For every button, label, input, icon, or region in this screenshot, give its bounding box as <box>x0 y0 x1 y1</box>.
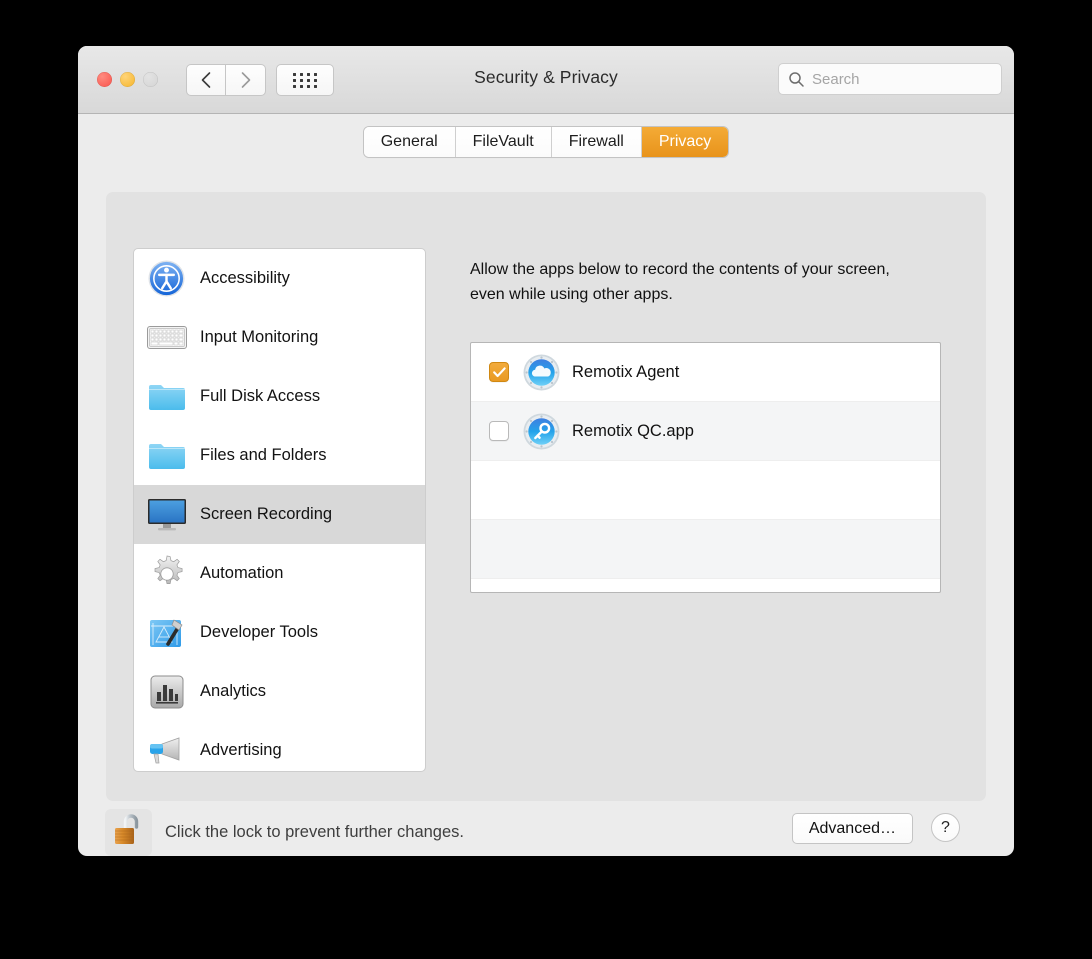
sidebar-item-automation[interactable]: Automation <box>134 544 425 603</box>
sidebar-item-full-disk-access[interactable]: Full Disk Access <box>134 367 425 426</box>
window-titlebar: Security & Privacy <box>78 46 1014 114</box>
sidebar-item-analytics[interactable]: Analytics <box>134 662 425 721</box>
privacy-category-list[interactable]: Accessibility Input Monitoring Full Disk… <box>133 248 426 772</box>
search-icon <box>789 71 804 87</box>
tab-general[interactable]: General <box>363 126 456 157</box>
sidebar-item-label: Analytics <box>200 682 267 700</box>
tab-filevault[interactable]: FileVault <box>455 126 552 157</box>
display-icon <box>146 494 187 535</box>
tab-bar: General FileVault Firewall Privacy <box>78 114 1014 169</box>
folder-icon <box>146 376 187 417</box>
megaphone-icon <box>146 730 187 771</box>
window-footer: Click the lock to prevent further change… <box>78 801 1014 856</box>
hammer-blueprint-icon <box>146 612 187 653</box>
app-row-remotix-qc[interactable]: Remotix QC.app <box>471 402 940 461</box>
allowed-apps-list[interactable]: Remotix Agent Remotix QC.app <box>470 342 941 593</box>
gear-icon <box>146 553 187 594</box>
folder-icon <box>146 435 187 476</box>
search-field[interactable] <box>778 63 1002 95</box>
keyboard-icon <box>146 317 187 358</box>
preferences-window: Security & Privacy General FileVault Fir… <box>78 46 1014 856</box>
advanced-button[interactable]: Advanced… <box>791 813 913 844</box>
screen-recording-pane: Allow the apps below to record the conte… <box>452 248 959 772</box>
sidebar-item-label: Screen Recording <box>200 505 333 523</box>
app-row-empty <box>471 579 940 592</box>
tab-group: General FileVault Firewall Privacy <box>363 126 729 157</box>
tab-privacy[interactable]: Privacy <box>641 126 729 157</box>
app-row-empty <box>471 461 940 520</box>
unlocked-padlock-icon <box>112 811 146 854</box>
cloud-porthole-icon <box>523 354 560 391</box>
key-porthole-icon <box>523 413 560 450</box>
tab-firewall[interactable]: Firewall <box>551 126 642 157</box>
sidebar-item-label: Advertising <box>200 741 282 759</box>
lock-button[interactable] <box>105 809 152 856</box>
sidebar-item-developer-tools[interactable]: Developer Tools <box>134 603 425 662</box>
accessibility-icon <box>146 258 187 299</box>
search-input[interactable] <box>812 70 982 88</box>
checkmark-icon <box>492 366 506 377</box>
lock-status-text: Click the lock to prevent further change… <box>165 823 464 841</box>
sidebar-item-label: Input Monitoring <box>200 328 319 346</box>
privacy-content-panel: Accessibility Input Monitoring Full Disk… <box>106 192 986 801</box>
app-checkbox[interactable] <box>489 362 509 382</box>
sidebar-item-screen-recording[interactable]: Screen Recording <box>134 485 425 544</box>
pane-description: Allow the apps below to record the conte… <box>470 261 890 303</box>
app-name: Remotix QC.app <box>572 421 694 440</box>
sidebar-item-label: Files and Folders <box>200 446 327 464</box>
sidebar-item-accessibility[interactable]: Accessibility <box>134 249 425 308</box>
sidebar-item-label: Accessibility <box>200 269 290 287</box>
sidebar-item-input-monitoring[interactable]: Input Monitoring <box>134 308 425 367</box>
help-button[interactable]: ? <box>931 813 960 842</box>
bar-chart-icon <box>146 671 187 712</box>
sidebar-item-advertising[interactable]: Advertising <box>134 721 425 771</box>
app-row-empty <box>471 520 940 579</box>
app-checkbox[interactable] <box>489 421 509 441</box>
app-row-remotix-agent[interactable]: Remotix Agent <box>471 343 940 402</box>
app-name: Remotix Agent <box>572 362 680 381</box>
sidebar-item-label: Developer Tools <box>200 623 319 641</box>
sidebar-item-files-and-folders[interactable]: Files and Folders <box>134 426 425 485</box>
sidebar-item-label: Full Disk Access <box>200 387 321 405</box>
sidebar-item-label: Automation <box>200 564 284 582</box>
